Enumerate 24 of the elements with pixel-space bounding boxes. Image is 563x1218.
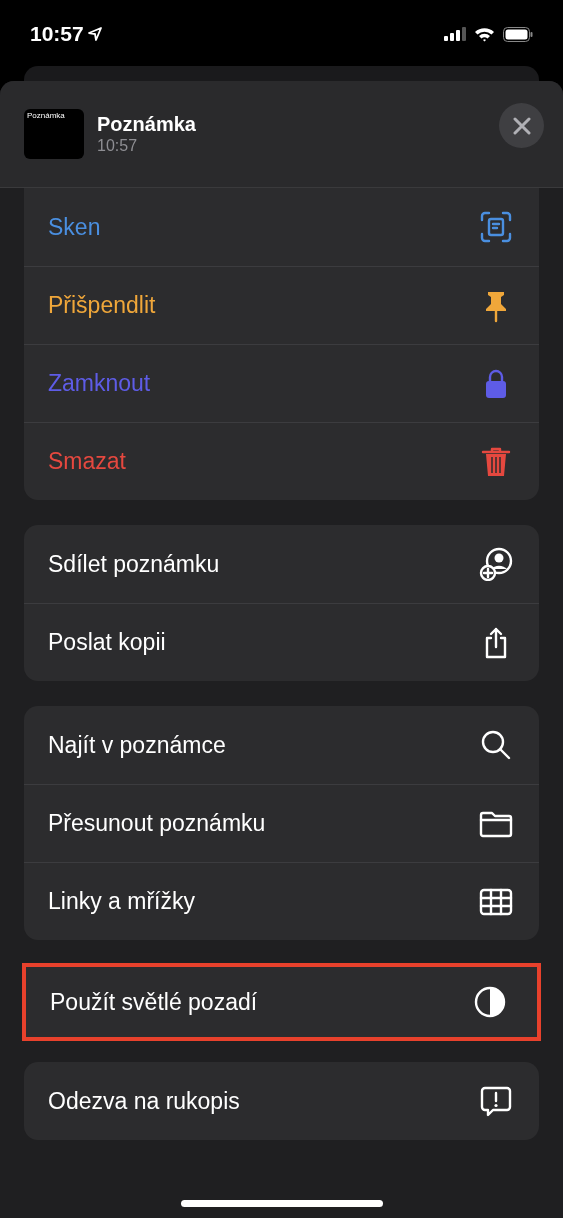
status-time: 10:57 (30, 21, 84, 48)
menu-item[interactable]: Sken (24, 188, 539, 266)
note-time: 10:57 (97, 136, 139, 156)
menu-item[interactable]: Přesunout poznámku (24, 784, 539, 862)
menu-item[interactable]: Najít v poznámce (24, 706, 539, 784)
menu-item[interactable]: Smazat (24, 422, 539, 500)
note-title: Poznámka (97, 112, 196, 136)
location-icon (87, 27, 102, 41)
menu-item[interactable]: Odezva na rukopis (24, 1062, 539, 1140)
wifi-icon (474, 26, 495, 42)
signal-icon (444, 27, 466, 41)
feedback-icon (479, 1084, 513, 1118)
close-icon (512, 116, 531, 135)
thumbnail-text: Poznámka (27, 112, 65, 120)
scan-icon (479, 210, 513, 244)
add-person-icon (479, 547, 513, 581)
menu-item[interactable]: Linky a mřížky (24, 862, 539, 940)
menu-item[interactable]: Sdílet poznámku (24, 525, 539, 603)
close-button[interactable] (499, 103, 544, 148)
battery-icon (503, 26, 533, 42)
contrast-icon (473, 985, 507, 1019)
search-icon (479, 728, 513, 762)
menu-item[interactable]: Přišpendlit (24, 266, 539, 344)
menu-item[interactable]: Poslat kopii (24, 603, 539, 681)
